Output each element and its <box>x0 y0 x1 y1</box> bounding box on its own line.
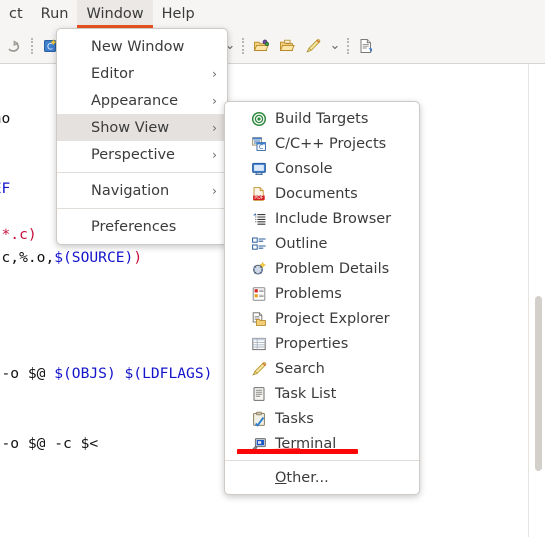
submenu-arrow-icon: › <box>212 93 217 108</box>
toolbar-separator-2 <box>239 31 248 61</box>
menu-item-label: Navigation <box>91 182 170 199</box>
menu-item-label: Show View <box>91 119 170 136</box>
menu-item-label: Documents <box>275 185 358 202</box>
menubar-item-label: Run <box>40 6 69 22</box>
menu-item-editor[interactable]: Editor › <box>57 60 227 87</box>
menu-separator <box>57 172 227 173</box>
submenu-arrow-icon: › <box>212 183 217 198</box>
menu-item-documents[interactable]: PDF Documents <box>225 181 419 206</box>
build-targets-icon <box>249 110 269 128</box>
menu-item-tasks[interactable]: Tasks <box>225 406 419 431</box>
menu-item-label: Include Browser <box>275 210 392 227</box>
open-element-icon[interactable] <box>248 31 274 61</box>
tasks-icon <box>249 410 269 428</box>
menubar-item-label: ct <box>9 6 23 22</box>
project-explorer-icon <box>249 310 269 328</box>
menu-item-label: C/C++ Projects <box>275 135 387 152</box>
menu-item-label: Task List <box>275 385 337 402</box>
problem-details-icon <box>249 260 269 278</box>
menu-item-project-explorer[interactable]: Project Explorer <box>225 306 419 331</box>
menu-item-label: Properties <box>275 335 349 352</box>
menu-item-label: Search <box>275 360 325 377</box>
cpp-projects-icon: C <box>249 135 269 153</box>
menu-item-build-targets[interactable]: Build Targets <box>225 106 419 131</box>
menu-item-properties[interactable]: Properties <box>225 331 419 356</box>
menu-item-label: Problems <box>275 285 342 302</box>
toolbar-separator-3 <box>344 31 353 61</box>
console-icon <box>249 160 269 178</box>
menu-item-label: Project Explorer <box>275 310 390 327</box>
menu-item-label: New Window <box>91 38 185 55</box>
menu-item-label: Appearance <box>91 92 179 109</box>
menu-item-include-browser[interactable]: Include Browser <box>225 206 419 231</box>
menubar-item-label: Window <box>86 6 144 22</box>
new-document-icon[interactable] <box>353 31 379 61</box>
menubar-item-label: Help <box>161 6 195 22</box>
submenu-arrow-icon: › <box>212 66 217 81</box>
menu-item-label: Editor <box>91 65 134 82</box>
editor-scrollbar-thumb[interactable] <box>535 296 542 471</box>
search-pencil-icon <box>249 360 269 378</box>
run-last-tool-icon[interactable] <box>2 31 28 61</box>
pdf-document-icon: PDF <box>249 185 269 203</box>
svg-text:PDF: PDF <box>254 195 263 201</box>
application-window: AGS))GS is no AIN_PREF ldcard *.c)ubst %… <box>0 0 545 537</box>
menu-item-label: Tasks <box>275 410 314 427</box>
menu-item-problems[interactable]: Problems <box>225 281 419 306</box>
menu-item-show-view[interactable]: Show View › <box>57 114 227 141</box>
blank-icon <box>249 469 269 487</box>
problems-icon <box>249 285 269 303</box>
menu-item-problem-details[interactable]: Problem Details <box>225 256 419 281</box>
menu-item-task-list[interactable]: Task List <box>225 381 419 406</box>
menu-item-label: Preferences <box>91 218 177 235</box>
menubar-item-help[interactable]: Help <box>153 0 204 28</box>
menu-separator <box>225 460 419 461</box>
include-browser-icon <box>249 210 269 228</box>
svg-text:C: C <box>47 42 53 52</box>
menubar-item-window[interactable]: Window <box>77 0 153 28</box>
menu-item-new-window[interactable]: New Window <box>57 33 227 60</box>
menu-item-label: Perspective <box>91 146 175 163</box>
menu-item-outline[interactable]: Outline <box>225 231 419 256</box>
show-view-submenu-popup: Build Targets C C/C++ Projects Console PDF Do… <box>224 101 420 495</box>
submenu-arrow-icon: › <box>212 147 217 162</box>
submenu-arrow-icon: › <box>212 120 217 135</box>
svg-text:C: C <box>259 143 264 151</box>
editor-right-border <box>528 64 529 537</box>
menu-item-search[interactable]: Search <box>225 356 419 381</box>
menu-item-appearance[interactable]: Appearance › <box>57 87 227 114</box>
task-list-icon <box>249 385 269 403</box>
menu-item-label: Console <box>275 160 333 177</box>
menu-separator <box>57 208 227 209</box>
menu-item-preferences[interactable]: Preferences <box>57 213 227 240</box>
chevron-down-icon: ⌄ <box>329 38 341 53</box>
menu-item-label: Other... <box>275 470 409 486</box>
menu-bar: ct Run Window Help <box>0 0 545 29</box>
menu-item-label: Problem Details <box>275 260 390 277</box>
menu-item-navigation[interactable]: Navigation › <box>57 177 227 204</box>
menu-item-perspective[interactable]: Perspective › <box>57 141 227 168</box>
menubar-item-project[interactable]: ct <box>0 0 32 28</box>
menu-item-label: Build Targets <box>275 110 369 127</box>
window-menu-popup: New Window Editor › Appearance › Show View › Pe… <box>56 28 228 245</box>
outline-icon <box>249 235 269 253</box>
open-folder-icon[interactable] <box>274 31 300 61</box>
menu-item-console[interactable]: Console <box>225 156 419 181</box>
search-dropdown-icon[interactable]: ⌄ <box>326 31 344 61</box>
menu-item-mnemonic: O <box>275 469 287 486</box>
menubar-item-run[interactable]: Run <box>32 0 78 28</box>
menu-item-other[interactable]: Other... <box>225 465 419 490</box>
menu-item-label: Outline <box>275 235 328 252</box>
toolbar-separator-1 <box>28 31 37 61</box>
menu-item-rest: ther... <box>286 469 329 486</box>
editor-scrollbar[interactable] <box>533 66 543 496</box>
menu-item-cpp-projects[interactable]: C C/C++ Projects <box>225 131 419 156</box>
properties-icon <box>249 335 269 353</box>
search-icon[interactable] <box>300 31 326 61</box>
